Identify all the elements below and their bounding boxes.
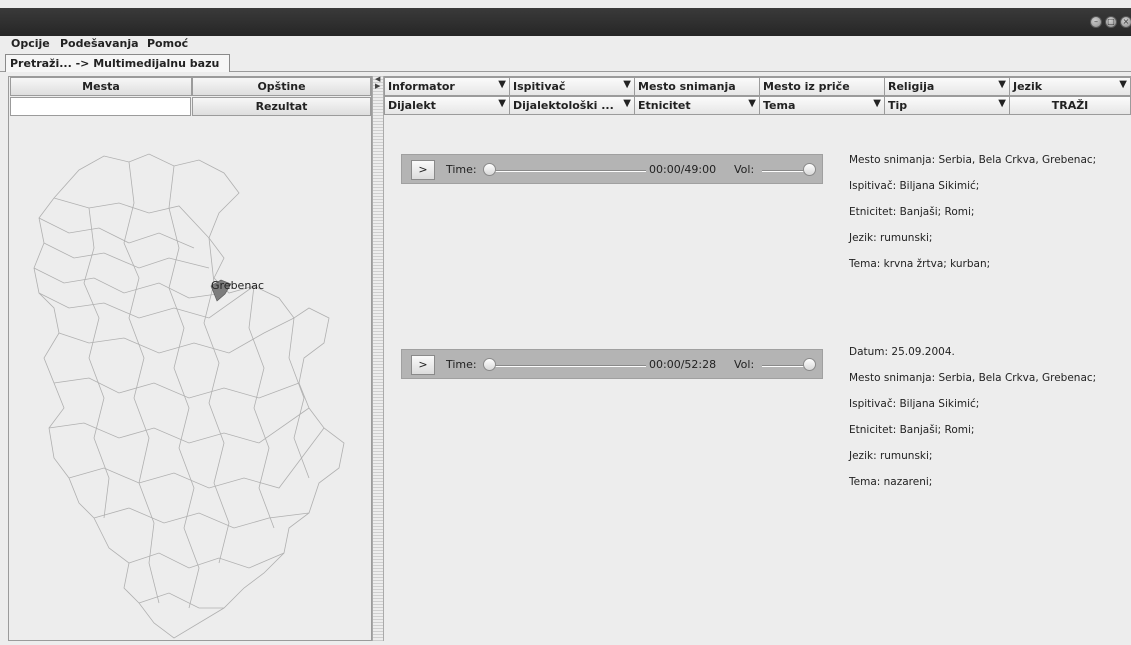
- chevron-down-icon: ▼: [498, 79, 506, 90]
- window-titlebar: – □ ×: [0, 8, 1131, 36]
- filter-mesto-iz-price[interactable]: Mesto iz priče: [759, 77, 885, 96]
- filter-dijalektoloski[interactable]: Dijalektološki ... ▼: [509, 96, 635, 115]
- search-button[interactable]: TRAŽI: [1009, 96, 1131, 115]
- filter-label: Mesto snimanja: [638, 80, 736, 93]
- info-line: Etnicitet: Banjaši; Romi;: [849, 206, 975, 218]
- filter-label: Religija: [888, 80, 935, 93]
- filter-label: Tema: [763, 99, 796, 112]
- info-line: Ispitivač: Biljana Sikimić;: [849, 180, 980, 192]
- filter-mesto-snimanja[interactable]: Mesto snimanja: [634, 77, 760, 96]
- audio-player: > Time: 00:00/49:00 Vol:: [401, 154, 823, 184]
- panel-splitter[interactable]: ◀ ▶: [372, 76, 384, 641]
- tab-multimedia-search[interactable]: Pretraži... -> Multimedijalnu bazu: [5, 54, 230, 72]
- maximize-icon[interactable]: □: [1105, 16, 1117, 28]
- mesta-button[interactable]: Mesta: [10, 77, 192, 96]
- filter-tip[interactable]: Tip ▼: [884, 96, 1010, 115]
- time-label: Time:: [446, 163, 477, 176]
- chevron-down-icon: ▼: [873, 98, 881, 109]
- filter-informator[interactable]: Informator ▼: [384, 77, 510, 96]
- map-outline: [33, 153, 345, 639]
- left-panel: Mesta Opštine Rezultat Grebenac: [8, 76, 372, 641]
- time-slider[interactable]: [488, 365, 646, 367]
- vol-label: Vol:: [734, 163, 755, 176]
- close-icon[interactable]: ×: [1120, 16, 1131, 28]
- time-slider[interactable]: [488, 170, 646, 172]
- tab-strip: Pretraži... -> Multimedijalnu bazu: [0, 52, 1131, 72]
- info-line: Jezik: rumunski;: [849, 232, 933, 244]
- audio-player: > Time: 00:00/52:28 Vol:: [401, 349, 823, 379]
- info-line: Ispitivač: Biljana Sikimić;: [849, 398, 980, 410]
- info-line: Jezik: rumunski;: [849, 450, 933, 462]
- filter-dijalekt[interactable]: Dijalekt ▼: [384, 96, 510, 115]
- info-line: Tema: krvna žrtva; kurban;: [849, 258, 991, 270]
- filter-tema[interactable]: Tema ▼: [759, 96, 885, 115]
- time-label: Time:: [446, 358, 477, 371]
- info-line: Mesto snimanja: Serbia, Bela Crkva, Greb…: [849, 372, 1097, 384]
- menu-pomoc[interactable]: Pomoć: [147, 37, 188, 50]
- menu-opcije[interactable]: Opcije: [11, 37, 50, 50]
- play-button[interactable]: >: [411, 355, 435, 375]
- filter-label: Tip: [888, 99, 908, 112]
- info-line: Datum: 25.09.2004.: [849, 346, 955, 358]
- filter-jezik[interactable]: Jezik ▼: [1009, 77, 1131, 96]
- chevron-down-icon: ▼: [498, 98, 506, 109]
- menu-bar: Opcije Podešavanja Pomoć: [0, 36, 1131, 52]
- volume-slider-knob[interactable]: [803, 358, 816, 371]
- result-info: Mesto snimanja: Serbia, Bela Crkva, Greb…: [849, 147, 1096, 277]
- filter-label: Dijalekt: [388, 99, 436, 112]
- info-line: Tema: nazareni;: [849, 476, 933, 488]
- filter-ispitivac[interactable]: Ispitivač ▼: [509, 77, 635, 96]
- play-button[interactable]: >: [411, 160, 435, 180]
- chevron-down-icon: ▼: [748, 98, 756, 109]
- minimize-icon[interactable]: –: [1090, 16, 1102, 28]
- filter-label: Ispitivač: [513, 80, 566, 93]
- filter-label: Jezik: [1013, 80, 1043, 93]
- place-search-input[interactable]: [10, 97, 191, 116]
- volume-slider-knob[interactable]: [803, 163, 816, 176]
- vol-label: Vol:: [734, 358, 755, 371]
- splitter-arrows-icon[interactable]: ◀ ▶: [375, 76, 380, 90]
- chevron-down-icon: ▼: [998, 98, 1006, 109]
- grebenac-label: Grebenac: [211, 279, 264, 292]
- filter-etnicitet[interactable]: Etnicitet ▼: [634, 96, 760, 115]
- opstine-button[interactable]: Opštine: [192, 77, 371, 96]
- chevron-down-icon: ▼: [998, 79, 1006, 90]
- rezultat-button[interactable]: Rezultat: [192, 97, 371, 116]
- chevron-down-icon: ▼: [1119, 79, 1127, 90]
- filter-label: Dijalektološki ...: [513, 99, 614, 112]
- right-panel: Informator ▼ Ispitivač ▼ Mesto snimanja Me…: [384, 76, 1131, 641]
- result-info: Datum: 25.09.2004. Mesto snimanja: Serbi…: [849, 339, 1096, 495]
- time-slider-knob[interactable]: [483, 163, 496, 176]
- chevron-down-icon: ▼: [623, 79, 631, 90]
- filter-label: Informator: [388, 80, 455, 93]
- filter-label: Etnicitet: [638, 99, 691, 112]
- menu-podesavanja[interactable]: Podešavanja: [60, 37, 139, 50]
- info-line: Mesto snimanja: Serbia, Bela Crkva, Greb…: [849, 154, 1097, 166]
- info-line: Etnicitet: Banjaši; Romi;: [849, 424, 975, 436]
- chevron-down-icon: ▼: [623, 98, 631, 109]
- filter-label: Mesto iz priče: [763, 80, 850, 93]
- time-readout: 00:00/52:28: [649, 358, 717, 371]
- time-readout: 00:00/49:00: [649, 163, 717, 176]
- serbia-map[interactable]: Grebenac: [9, 118, 373, 642]
- filter-religija[interactable]: Religija ▼: [884, 77, 1010, 96]
- time-slider-knob[interactable]: [483, 358, 496, 371]
